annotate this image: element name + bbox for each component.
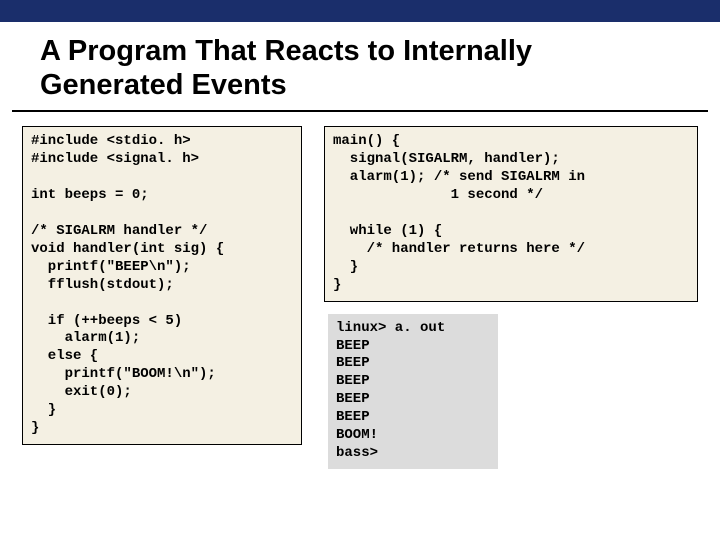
right-column: main() { signal(SIGALRM, handler); alarm… [324, 126, 698, 468]
top-bar [0, 0, 720, 22]
terminal-output: linux> a. out BEEP BEEP BEEP BEEP BEEP B… [328, 314, 498, 469]
code-block-left: #include <stdio. h> #include <signal. h>… [22, 126, 302, 444]
left-column: #include <stdio. h> #include <signal. h>… [22, 126, 302, 468]
content-area: #include <stdio. h> #include <signal. h>… [0, 112, 720, 468]
code-block-right: main() { signal(SIGALRM, handler); alarm… [324, 126, 698, 301]
slide-title: A Program That Reacts to Internally Gene… [12, 22, 708, 112]
